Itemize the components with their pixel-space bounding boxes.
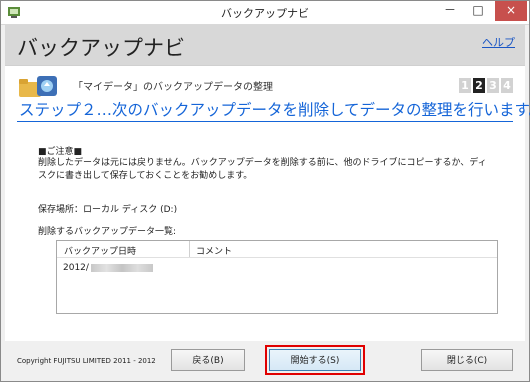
save-location: 保存場所：ローカル ディスク (D:) [38,205,178,215]
list-item[interactable]: 2012/ [63,263,153,273]
content-panel: 「マイデータ」のバックアップデータの整理 1234 ステップ２…次のバックアップ… [5,65,530,341]
step-indicator: 1234 [457,74,513,93]
step-number-1: 1 [459,78,471,93]
column-header-date[interactable]: バックアップ日時 [64,244,136,257]
step-heading: ステップ２…次のバックアップデータを削除してデータの整理を行います。 [19,101,530,119]
step-subtitle: 「マイデータ」のバックアップデータの整理 [73,82,273,93]
backup-list[interactable]: バックアップ日時 コメント 2012/ [56,240,498,314]
notice-title: ■ご注意■ [38,147,83,157]
list-header: バックアップ日時 コメント [57,241,497,258]
step-number-4: 4 [501,78,513,93]
app-header: バックアップナビ ヘルプ [5,25,525,65]
highlight-frame [265,345,365,375]
app-window: バックアップナビ － □ × バックアップナビ ヘルプ 「マイデータ」のバックア… [0,0,530,382]
minimize-button[interactable]: － [435,1,465,21]
maximize-button[interactable]: □ [463,1,493,21]
redacted-timestamp [90,263,153,272]
backup-date: 2012/ [63,263,89,273]
copyright-text: Copyright FUJITSU LIMITED 2011 - 2012 [17,357,156,365]
help-link[interactable]: ヘルプ [482,34,515,50]
list-caption: 削除するバックアップデータ一覧: [38,227,177,237]
back-button[interactable]: 戻る(B) [171,349,245,371]
column-divider [189,241,190,257]
close-button[interactable]: 閉じる(C) [421,349,513,371]
folder-backup-icon [19,76,57,97]
close-window-button[interactable]: × [495,1,527,21]
title-bar: バックアップナビ － □ × [1,1,529,25]
notice-body: 削除したデータは元には戻りません。バックアップデータを削除する前に、他のドライブ… [38,158,487,181]
step-number-3: 3 [487,78,499,93]
heading-divider [17,121,513,122]
page-title: バックアップナビ [17,36,185,60]
step-number-2: 2 [473,78,485,93]
footer: Copyright FUJITSU LIMITED 2011 - 2012 戻る… [1,341,529,381]
column-header-comment[interactable]: コメント [196,244,232,257]
